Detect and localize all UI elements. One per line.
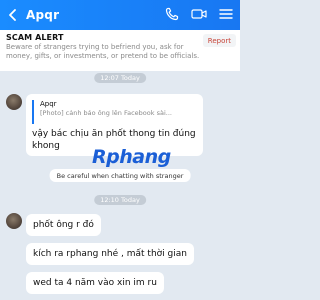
system-notice: Be careful when chatting with stranger (49, 169, 191, 182)
video-call-button[interactable] (191, 6, 207, 22)
video-icon (191, 9, 207, 19)
avatar[interactable] (6, 94, 22, 110)
phone-icon (165, 7, 179, 21)
message-bubble[interactable]: kích ra rphang nhé , mất thời gian (26, 243, 194, 265)
quoted-text: [Photo] cảnh báo ông lên Facebook sài... (40, 109, 172, 117)
back-button[interactable] (0, 0, 26, 30)
chevron-left-icon (9, 9, 16, 21)
quoted-sender: Apqr (40, 100, 57, 108)
menu-icon (219, 9, 233, 19)
report-button[interactable]: Report (202, 34, 236, 47)
timestamp-divider: 12:07 Today (94, 73, 146, 83)
call-button[interactable] (164, 6, 180, 22)
message-bubble[interactable]: phốt ông r đó (26, 214, 101, 236)
quoted-message[interactable]: Apqr [Photo] cảnh báo ông lên Facebook s… (32, 100, 203, 124)
chat-title[interactable]: Apqr (26, 8, 59, 22)
scam-alert-text: Beware of strangers trying to befriend y… (6, 43, 200, 60)
chat-header: Apqr (0, 0, 240, 30)
message-bubble[interactable]: wed ta 4 năm vào xin im ru (26, 272, 164, 294)
timestamp-divider: 12:10 Today (94, 195, 146, 205)
scam-alert-banner: SCAM ALERT Beware of strangers trying to… (0, 30, 240, 71)
avatar[interactable] (6, 213, 22, 229)
scam-alert-title: SCAM ALERT (6, 33, 64, 42)
watermark-logo: Rphang (92, 146, 171, 168)
menu-button[interactable] (218, 6, 234, 22)
